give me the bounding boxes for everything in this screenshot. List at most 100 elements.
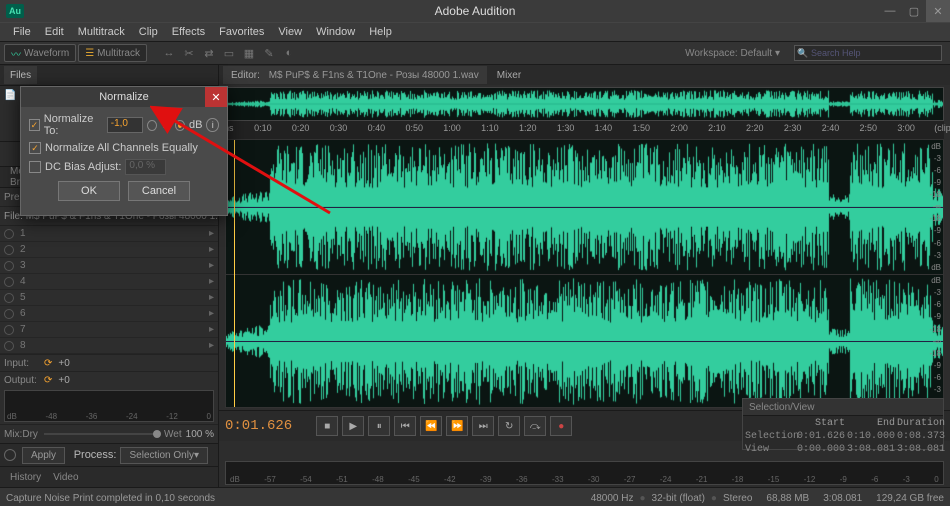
effect-slot[interactable]: 6▸	[0, 306, 218, 322]
tab-history[interactable]: History	[4, 468, 47, 486]
tab-video[interactable]: Video	[47, 468, 84, 486]
sv-view-dur[interactable]: 3:08.081	[897, 444, 945, 455]
dc-bias-checkbox[interactable]	[29, 161, 41, 173]
cancel-button[interactable]: Cancel	[128, 181, 190, 201]
power-icon[interactable]	[4, 277, 14, 287]
play-button[interactable]: ▶	[342, 416, 364, 436]
menu-clip[interactable]: Clip	[132, 26, 165, 38]
menu-view[interactable]: View	[271, 26, 309, 38]
status-diskfree: 129,24 GB free	[876, 493, 944, 504]
rack-power-icon[interactable]	[4, 449, 16, 461]
menu-file[interactable]: File	[6, 26, 38, 38]
selection-view-grid: Start End Duration Selection 0:01.626 0:…	[743, 416, 943, 457]
menu-bar: File Edit Multitrack Clip Effects Favori…	[0, 22, 950, 42]
status-bar: Capture Noise Print completed in 0,10 se…	[0, 487, 950, 506]
rewind-button[interactable]: ⏪	[420, 416, 442, 436]
effect-slot[interactable]: 2▸	[0, 242, 218, 258]
dialog-close-button[interactable]: ✕	[205, 87, 227, 107]
prev-button[interactable]: ⏮	[394, 416, 416, 436]
normalize-value-input[interactable]: -1,0	[107, 117, 144, 133]
info-icon[interactable]: i	[206, 118, 219, 132]
unit-percent-radio[interactable]	[147, 120, 157, 131]
skip-button[interactable]: ⤼	[524, 416, 546, 436]
forward-button[interactable]: ⏩	[446, 416, 468, 436]
effect-slot[interactable]: 5▸	[0, 290, 218, 306]
channel-left: dB-3-6-9-18-∞-18-9-6-3dB	[226, 140, 943, 275]
timeline-mark: 2:00	[670, 123, 688, 133]
search-help-input[interactable]: Search Help	[794, 45, 942, 61]
status-channels: Stereo	[723, 493, 752, 504]
sv-view-label: View	[745, 444, 795, 455]
record-button[interactable]: ●	[550, 416, 572, 436]
mix-row[interactable]: Mix:Dry Wet100 %	[0, 424, 218, 443]
sv-sel-start[interactable]: 0:01.626	[797, 431, 845, 442]
power-icon[interactable]	[4, 325, 14, 335]
selection-view-tab[interactable]: Selection/View	[743, 399, 943, 416]
timeline-mark: 2:20	[746, 123, 764, 133]
power-icon[interactable]	[4, 341, 14, 351]
effect-slot[interactable]: 3▸	[0, 258, 218, 274]
all-channels-checkbox[interactable]	[29, 142, 41, 154]
menu-favorites[interactable]: Favorites	[212, 26, 271, 38]
razor-tool-icon[interactable]: ✂	[180, 45, 198, 61]
tab-editor[interactable]: Editor: M$ PuP$ & F1ns & T1One - Розы 48…	[223, 66, 487, 84]
heal-tool-icon[interactable]: ◐	[280, 45, 298, 61]
loop-button[interactable]: ↻	[498, 416, 520, 436]
menu-window[interactable]: Window	[309, 26, 362, 38]
timeline-mark: 2:10	[708, 123, 726, 133]
next-button[interactable]: ⏭	[472, 416, 494, 436]
workspace-selector[interactable]: Workspace: Default ▾	[685, 48, 780, 59]
unit-db-radio[interactable]	[175, 120, 185, 131]
open-file-icon[interactable]: 📄	[4, 90, 16, 101]
brush-tool-icon[interactable]: ✎	[260, 45, 278, 61]
waveform-overview[interactable]	[225, 87, 944, 121]
right-pane: Editor: M$ PuP$ & F1ns & T1One - Розы 48…	[219, 65, 950, 487]
mode-multitrack-button[interactable]: ☰Multitrack	[78, 44, 147, 62]
effect-slot[interactable]: 4▸	[0, 274, 218, 290]
effect-slot[interactable]: 8▸	[0, 338, 218, 354]
output-gain-row[interactable]: Output:⟳+0	[0, 371, 218, 388]
sv-sel-dur[interactable]: 0:08.373	[897, 431, 945, 442]
power-icon[interactable]	[4, 245, 14, 255]
menu-effects[interactable]: Effects	[165, 26, 212, 38]
power-icon[interactable]	[4, 293, 14, 303]
files-panel-tabs: Files	[0, 65, 218, 86]
power-icon[interactable]	[4, 229, 14, 239]
playhead[interactable]	[234, 140, 235, 407]
process-select[interactable]: Selection Only ▾	[120, 447, 208, 464]
dialog-title-bar[interactable]: Normalize ✕	[21, 87, 227, 107]
normalize-to-label: Normalize To:	[44, 113, 103, 137]
sv-view-start[interactable]: 0:00.000	[797, 444, 845, 455]
power-icon[interactable]	[4, 309, 14, 319]
move-tool-icon[interactable]: ↔	[160, 45, 178, 61]
menu-help[interactable]: Help	[362, 26, 399, 38]
menu-multitrack[interactable]: Multitrack	[71, 26, 132, 38]
effect-slot[interactable]: 1▸	[0, 226, 218, 242]
pause-button[interactable]: ⏸	[368, 416, 390, 436]
gain-meter: dB-48-36-24-120	[4, 390, 214, 422]
slip-tool-icon[interactable]: ⇄	[200, 45, 218, 61]
time-display[interactable]: 0:01.626	[225, 418, 292, 434]
marquee-tool-icon[interactable]: ▦	[240, 45, 258, 61]
timeline-mark: 2:30	[784, 123, 802, 133]
ok-button[interactable]: OK	[58, 181, 120, 201]
effect-slot[interactable]: 7▸	[0, 322, 218, 338]
mix-slider[interactable]	[44, 433, 158, 435]
tab-files[interactable]: Files	[4, 66, 37, 84]
timeline-ruler[interactable]: hms0:100:200:300:400:501:001:101:201:301…	[225, 121, 944, 139]
apply-button[interactable]: Apply	[22, 447, 65, 464]
mode-waveform-button[interactable]: 〰Waveform	[4, 44, 76, 62]
input-gain-row[interactable]: Input:⟳+0	[0, 354, 218, 371]
overview-canvas	[226, 88, 943, 120]
waveform-editor[interactable]: dB-3-6-9-18-∞-18-9-6-3dB dB-3-6-9-18-∞-1…	[225, 139, 944, 408]
tab-mixer[interactable]: Mixer	[489, 66, 529, 84]
timeline-mark: 0:10	[254, 123, 272, 133]
menu-edit[interactable]: Edit	[38, 26, 71, 38]
sv-sel-end[interactable]: 0:10.000	[847, 431, 895, 442]
timeline-mark: 1:40	[595, 123, 613, 133]
selection-tool-icon[interactable]: ▭	[220, 45, 238, 61]
power-icon[interactable]	[4, 261, 14, 271]
stop-button[interactable]: ■	[316, 416, 338, 436]
normalize-to-checkbox[interactable]	[29, 119, 40, 131]
sv-view-end[interactable]: 3:08.081	[847, 444, 895, 455]
